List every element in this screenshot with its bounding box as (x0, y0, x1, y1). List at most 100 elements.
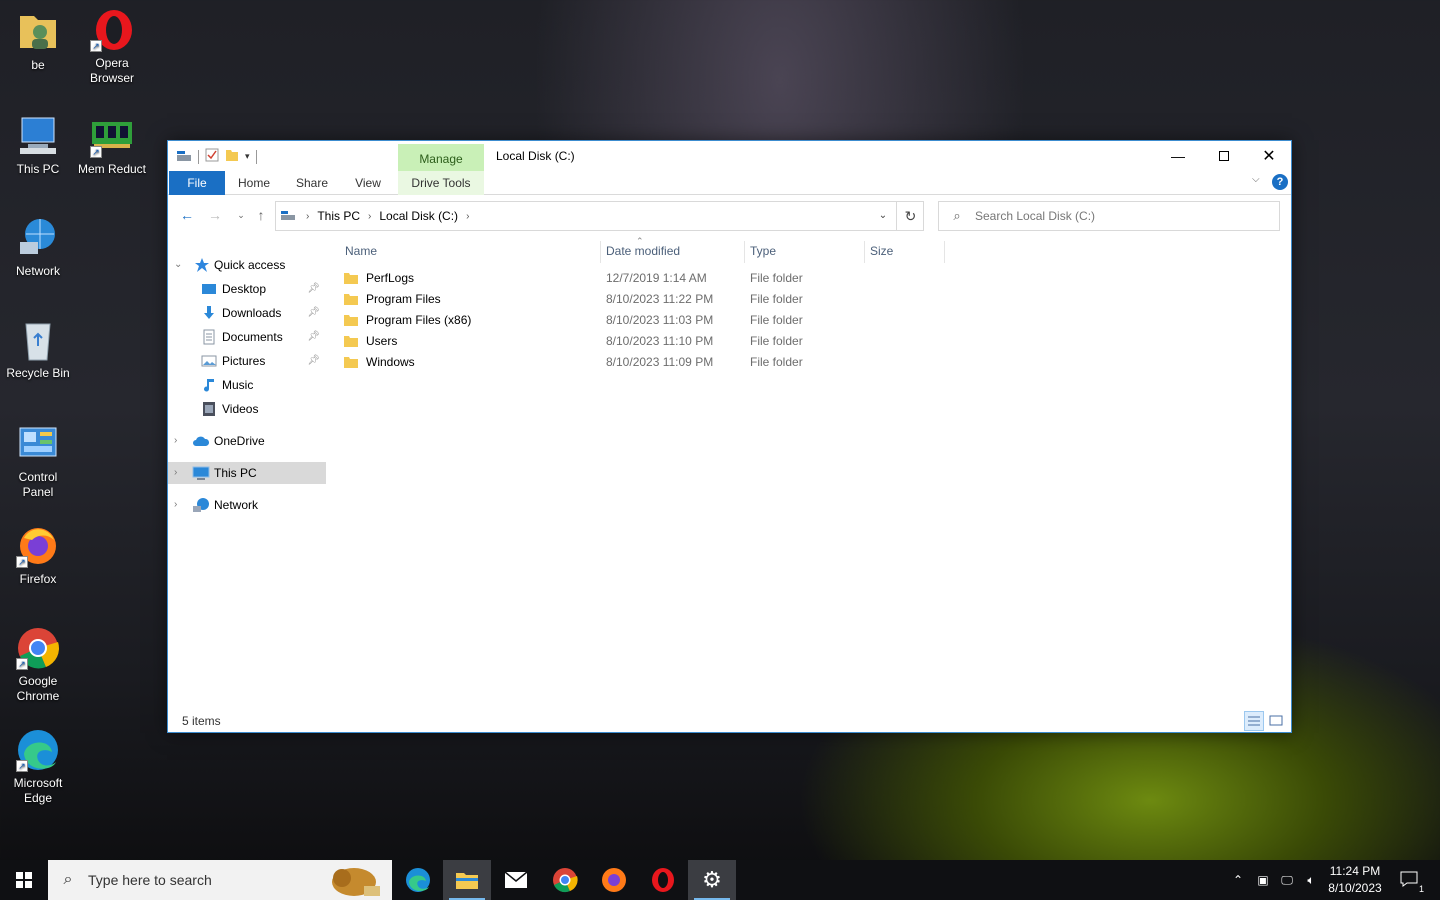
taskbar-chrome[interactable] (541, 860, 589, 900)
nav-videos[interactable]: Videos (168, 398, 326, 420)
back-button[interactable]: ← (178, 206, 196, 224)
start-button[interactable] (0, 860, 48, 900)
taskbar-firefox[interactable] (590, 860, 638, 900)
help-icon[interactable]: ? (1272, 174, 1288, 190)
pin-icon[interactable]: 📌︎ (307, 350, 320, 372)
folder-icon (344, 355, 358, 369)
edge-icon (406, 868, 430, 892)
taskbar-mail[interactable] (492, 860, 540, 900)
taskbar-edge[interactable] (394, 860, 442, 900)
mail-icon (504, 871, 528, 888)
desktop-icon-be[interactable]: be (0, 10, 76, 73)
chevron-right-icon[interactable]: › (174, 494, 186, 516)
breadcrumb-separator-icon[interactable]: › (364, 211, 375, 222)
tab-file[interactable]: File (169, 171, 225, 195)
desktop-icon-network[interactable]: Network (0, 216, 76, 279)
recycle-bin-icon (16, 318, 60, 362)
close-button[interactable]: ✕ (1246, 141, 1292, 171)
desktop-icon-firefox[interactable]: ↗ Firefox (0, 524, 76, 587)
tab-drive-tools[interactable]: Drive Tools (398, 171, 484, 195)
recent-locations-button[interactable]: ⌄ (232, 206, 250, 224)
manage-context-tab[interactable]: Manage (398, 144, 484, 171)
taskbar-search-box[interactable]: ⌕ Type here to search (48, 860, 392, 900)
taskbar-clock[interactable]: 11:24 PM 8/10/2023 (1322, 863, 1388, 897)
breadcrumb-separator-icon[interactable]: › (302, 211, 313, 222)
minimize-button[interactable]: — (1155, 141, 1201, 171)
taskbar-file-explorer[interactable] (443, 860, 491, 900)
file-row[interactable]: Program Files 8/10/2023 11:22 PM File fo… (340, 289, 940, 310)
breadcrumb-separator-icon[interactable]: › (462, 211, 473, 222)
pin-icon[interactable]: 📌︎ (307, 278, 320, 300)
file-row[interactable]: Users 8/10/2023 11:10 PM File folder (340, 331, 940, 352)
drive-icon (276, 209, 302, 224)
desktop-icon-control-panel[interactable]: Control Panel (0, 422, 76, 500)
chevron-right-icon[interactable]: › (174, 430, 186, 452)
pin-icon[interactable]: 📌︎ (307, 326, 320, 348)
taskbar-opera[interactable] (639, 860, 687, 900)
chevron-up-icon: ⌃ (1232, 873, 1244, 887)
nav-music[interactable]: Music (168, 374, 326, 396)
show-hidden-icons-button[interactable]: ⌃ (1228, 860, 1248, 900)
tray-volume[interactable]: 🔈︎ (1300, 860, 1322, 900)
desktop-icon-opera[interactable]: ↗ Opera Browser (74, 8, 150, 86)
tab-view[interactable]: View (344, 171, 392, 195)
chevron-down-icon[interactable]: ⌄ (174, 254, 186, 276)
desktop-icon-this-pc[interactable]: This PC (0, 114, 76, 177)
tab-home[interactable]: Home (230, 171, 278, 195)
search-icon: ⌕ (953, 208, 961, 223)
nav-pictures[interactable]: Pictures 📌︎ (168, 350, 326, 372)
clock-date: 8/10/2023 (1328, 881, 1382, 895)
nav-network[interactable]: › Network (168, 494, 326, 516)
properties-icon[interactable] (205, 148, 219, 165)
tab-share[interactable]: Share (288, 171, 336, 195)
nav-desktop[interactable]: Desktop 📌︎ (168, 278, 326, 300)
address-bar[interactable]: › This PC › Local Disk (C:) › (275, 201, 924, 231)
breadcrumb-this-pc[interactable]: This PC (313, 209, 364, 223)
column-header-type[interactable]: Type (750, 241, 776, 261)
address-dropdown-button[interactable]: ⌄ (870, 201, 896, 231)
search-box[interactable]: ⌕ Search Local Disk (C:) (938, 201, 1280, 231)
nav-documents[interactable]: Documents 📌︎ (168, 326, 326, 348)
file-row[interactable]: Program Files (x86) 8/10/2023 11:03 PM F… (340, 310, 940, 331)
desktop-icon-label: Recycle Bin (6, 366, 70, 380)
desktop-icon-google-chrome[interactable]: ↗ Google Chrome (0, 626, 76, 704)
maximize-button[interactable] (1201, 141, 1247, 171)
expand-ribbon-icon[interactable]: ⌵ (1252, 174, 1260, 185)
file-name: Program Files (366, 292, 441, 306)
desktop-icon-mem-reduct[interactable]: ↗ Mem Reduct (74, 114, 150, 177)
nav-this-pc[interactable]: › This PC (168, 462, 326, 484)
file-row[interactable]: Windows 8/10/2023 11:09 PM File folder (340, 352, 940, 373)
refresh-button[interactable]: ↻ (896, 201, 924, 231)
action-center-button[interactable]: 1 (1394, 860, 1424, 900)
column-header-date-modified[interactable]: Date modified (606, 241, 680, 261)
desktop-icon-microsoft-edge[interactable]: ↗ Microsoft Edge (0, 728, 76, 806)
drive-icon[interactable] (176, 148, 192, 165)
new-folder-icon[interactable] (225, 148, 239, 165)
desktop-icon-recycle-bin[interactable]: Recycle Bin (0, 318, 76, 381)
nav-label: Music (222, 378, 254, 392)
up-arrow-icon: ↑ (257, 207, 265, 223)
pin-icon[interactable]: 📌︎ (307, 302, 320, 324)
up-button[interactable]: ↑ (252, 206, 270, 224)
tray-network[interactable]: 🖵︎ (1276, 860, 1298, 900)
firefox-icon (602, 868, 626, 892)
nav-onedrive[interactable]: › OneDrive (168, 430, 326, 452)
tray-meet-now[interactable]: ▣ (1252, 860, 1274, 900)
details-view-button[interactable] (1244, 711, 1264, 731)
nav-downloads[interactable]: Downloads 📌︎ (168, 302, 326, 324)
nav-quick-access[interactable]: ⌄ Quick access (168, 254, 326, 276)
large-icons-view-button[interactable] (1266, 711, 1286, 731)
desktop-icon-label: Microsoft Edge (13, 776, 63, 805)
forward-button[interactable]: → (206, 206, 224, 224)
status-item-count: 5 items (182, 714, 221, 728)
chevron-right-icon[interactable]: › (174, 462, 186, 484)
breadcrumb-local-disk[interactable]: Local Disk (C:) (375, 209, 462, 223)
file-row[interactable]: PerfLogs 12/7/2019 1:14 AM File folder (340, 268, 940, 289)
taskbar-settings[interactable]: ⚙ (688, 860, 736, 900)
shortcut-arrow-icon: ↗ (16, 556, 28, 568)
column-header-size[interactable]: Size (870, 241, 893, 261)
column-header-name[interactable]: Name (345, 241, 377, 261)
customize-qat-icon[interactable]: ▾ (245, 151, 250, 162)
desktop-icon-label: be (31, 58, 45, 72)
chevron-down-icon: ⌄ (878, 210, 888, 221)
